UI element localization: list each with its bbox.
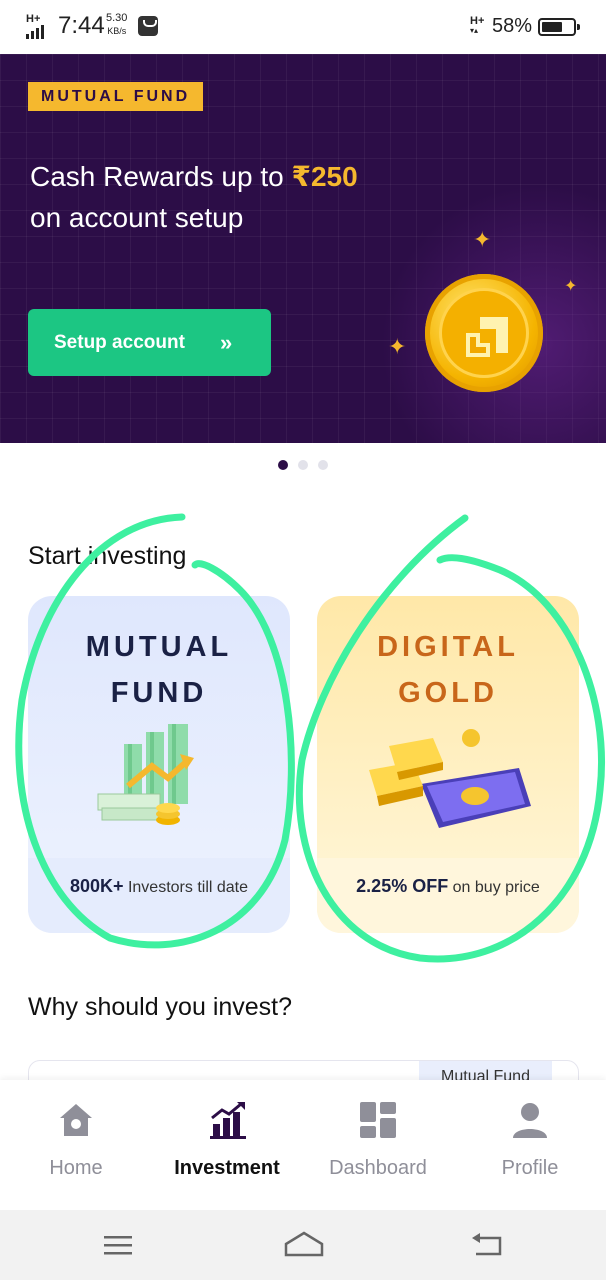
sparkle-icon: ✦ <box>388 334 407 359</box>
nav-home[interactable]: Home <box>0 1080 152 1210</box>
status-bar: H+ 7:44 5.30 KB/s H+ ▾▴ 58% <box>0 0 606 54</box>
screen: H+ 7:44 5.30 KB/s H+ ▾▴ 58% MUTUAL FUND … <box>0 0 606 1280</box>
gold-bars-phone-icon <box>369 729 531 828</box>
card-title: DIGITAL GOLD <box>377 631 519 709</box>
nav-investment[interactable]: Investment <box>151 1080 303 1210</box>
investment-chart-icon <box>210 1102 246 1139</box>
brand-logo-icon <box>466 317 508 357</box>
reward-amount: ₹250 <box>291 161 358 192</box>
dashboard-icon <box>360 1102 396 1138</box>
carousel-indicator[interactable] <box>0 457 606 471</box>
carousel-dot[interactable] <box>278 460 288 470</box>
home-icon <box>60 1104 92 1136</box>
system-navigation-bar <box>0 1210 606 1280</box>
bottom-navigation: Home Investment Dashboard Profile <box>0 1080 606 1210</box>
back-icon[interactable] <box>470 1228 504 1262</box>
network-speed: 5.30 KB/s <box>106 12 128 36</box>
sparkle-icon: ✦ <box>473 227 492 252</box>
banner-headline: Cash Rewards up to ₹250 on account setup <box>30 161 358 233</box>
promo-banner[interactable]: MUTUAL FUND Cash Rewards up to ₹250 on a… <box>0 54 606 443</box>
menu-icon[interactable] <box>102 1228 136 1262</box>
setup-account-button[interactable]: Setup account » <box>28 309 271 376</box>
why-invest-title: Why should you invest? <box>28 993 293 1021</box>
double-chevron-right-icon: » <box>220 330 233 355</box>
network-indicator-left: H+ <box>26 14 44 39</box>
network-indicator-right: H+ ▾▴ <box>470 15 485 36</box>
nav-profile[interactable]: Profile <box>454 1080 606 1210</box>
home-outline-icon[interactable] <box>283 1228 325 1262</box>
signal-bars-icon <box>26 25 44 39</box>
start-investing-title: Start investing <box>28 542 187 570</box>
carousel-dot[interactable] <box>318 460 328 470</box>
money-stack-chart-icon <box>97 724 194 825</box>
gold-coin-icon <box>425 274 543 392</box>
card-footer: 2.25% OFF on buy price <box>317 858 579 933</box>
sparkle-icon: ✦ <box>564 278 578 295</box>
nav-dashboard[interactable]: Dashboard <box>302 1080 454 1210</box>
card-footer: 800K+ Investors till date <box>28 858 290 933</box>
clock: 7:44 <box>58 12 105 39</box>
digital-gold-card[interactable]: DIGITAL GOLD 2.25% OFF on buy price <box>317 596 579 933</box>
carousel-dot[interactable] <box>298 460 308 470</box>
card-title: MUTUAL FUND <box>85 631 233 709</box>
shopping-bag-icon <box>138 16 158 36</box>
battery-percentage: 58% <box>492 15 533 37</box>
mutual-fund-card[interactable]: MUTUAL FUND 800K+ Investors till date <box>28 596 290 933</box>
banner-tag: MUTUAL FUND <box>28 82 204 111</box>
profile-icon <box>513 1103 547 1138</box>
battery-icon <box>538 18 580 36</box>
